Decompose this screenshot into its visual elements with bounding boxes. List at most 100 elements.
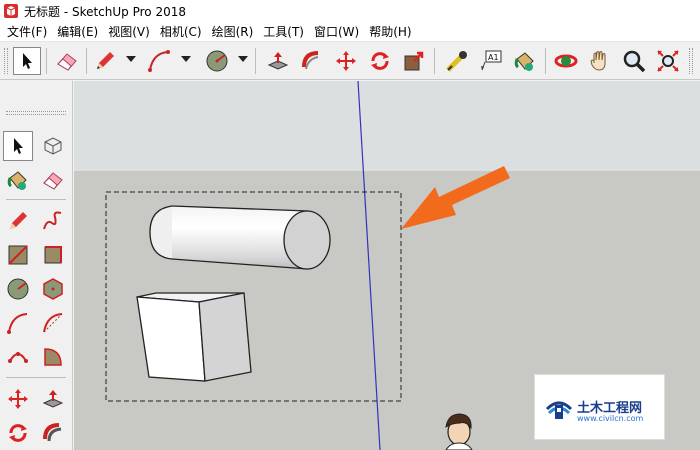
text-tool-button[interactable]: A1 xyxy=(477,47,505,75)
zoom-extents-tool-button[interactable] xyxy=(654,47,682,75)
polygon-tool-button[interactable] xyxy=(38,274,68,304)
eraser-icon xyxy=(43,172,63,190)
circle-tool-button[interactable] xyxy=(203,47,231,75)
circle-icon xyxy=(7,278,29,300)
rotate-tool-button[interactable] xyxy=(366,47,394,75)
watermark-logo: 土木工程网 www.civilcn.com xyxy=(534,374,665,440)
circle-icon xyxy=(206,50,228,72)
push-pull-tool-button[interactable] xyxy=(264,47,292,75)
arc-dropdown-arrow[interactable] xyxy=(181,56,191,62)
toolbar-grip[interactable] xyxy=(4,48,8,74)
menu-draw[interactable]: 绘图(R) xyxy=(207,23,259,40)
text-icon: A1 xyxy=(481,50,502,71)
rectangle-tool-button[interactable] xyxy=(3,240,33,270)
select-tool-button[interactable] xyxy=(13,47,41,75)
menu-tools[interactable]: 工具(T) xyxy=(258,23,309,40)
left-follow-me-tool-button[interactable] xyxy=(38,418,68,448)
freehand-icon xyxy=(43,211,62,230)
paint-bucket-tool-button[interactable] xyxy=(511,47,539,75)
pan-tool-button[interactable] xyxy=(586,47,614,75)
scale-icon xyxy=(404,51,424,71)
magnifier-icon xyxy=(623,50,646,73)
rotated-rectangle-tool-button[interactable] xyxy=(38,240,68,270)
push-pull-icon xyxy=(267,52,289,70)
follow-me-tool-button[interactable] xyxy=(298,47,326,75)
menu-bar: 文件(F) 编辑(E) 视图(V) 相机(C) 绘图(R) 工具(T) 窗口(W… xyxy=(0,22,700,42)
main-toolbar: A1 xyxy=(0,42,700,80)
toolbar-separator xyxy=(6,199,66,200)
toolbar-separator xyxy=(46,48,47,74)
move-icon xyxy=(8,389,28,409)
tape-measure-icon xyxy=(446,51,467,72)
pencil-icon xyxy=(10,212,27,229)
arc-tool-button[interactable] xyxy=(145,47,173,75)
eraser-tool-button[interactable] xyxy=(53,47,81,75)
watermark-url: www.civilcn.com xyxy=(577,414,644,423)
sky xyxy=(74,81,700,171)
cylinder-object[interactable] xyxy=(149,205,331,270)
freehand-tool-button[interactable] xyxy=(38,206,68,236)
eraser-icon xyxy=(57,53,77,71)
left-line-tool-button[interactable] xyxy=(3,206,33,236)
arc-icon xyxy=(148,50,170,72)
rotate-icon xyxy=(9,424,27,442)
left-arc-tool-button[interactable] xyxy=(3,308,33,338)
arrow-cursor-icon xyxy=(14,138,23,154)
large-tool-set xyxy=(0,81,73,450)
pie-icon xyxy=(44,348,62,366)
left-paint-bucket-tool-button[interactable] xyxy=(3,165,33,195)
left-select-tool-button[interactable] xyxy=(3,131,33,161)
zoom-tool-button[interactable] xyxy=(620,47,648,75)
rotate-icon xyxy=(371,52,389,70)
tape-measure-tool-button[interactable] xyxy=(443,47,471,75)
menu-help[interactable]: 帮助(H) xyxy=(364,23,416,40)
left-move-tool-button[interactable] xyxy=(3,384,33,414)
component-icon xyxy=(44,137,62,155)
menu-file[interactable]: 文件(F) xyxy=(2,23,52,40)
left-eraser-tool-button[interactable] xyxy=(38,165,68,195)
toolbar-grip[interactable] xyxy=(689,48,693,74)
left-push-pull-tool-button[interactable] xyxy=(38,384,68,414)
cube-object[interactable] xyxy=(136,292,252,382)
arrow-cursor-icon xyxy=(23,53,32,69)
toolbar-separator xyxy=(255,48,256,74)
toolbar-separator xyxy=(86,48,87,74)
pie-tool-button[interactable] xyxy=(38,342,68,372)
rectangle-icon xyxy=(8,245,28,265)
window-titlebar: 无标题 - SketchUp Pro 2018 xyxy=(0,0,700,22)
menu-window[interactable]: 窗口(W) xyxy=(309,23,364,40)
svg-text:A1: A1 xyxy=(488,53,499,62)
follow-me-icon xyxy=(302,51,319,70)
line-dropdown-arrow[interactable] xyxy=(126,56,136,62)
civilcn-logo-icon xyxy=(545,401,573,419)
two-point-arc-icon xyxy=(43,313,63,333)
pencil-icon xyxy=(97,52,114,69)
menu-camera[interactable]: 相机(C) xyxy=(155,23,207,40)
orbit-icon xyxy=(554,54,578,68)
toolbar-grip[interactable] xyxy=(6,111,66,115)
window-title: 无标题 - SketchUp Pro 2018 xyxy=(24,4,186,19)
hand-icon xyxy=(590,51,606,71)
paint-bucket-icon xyxy=(7,171,27,190)
line-tool-button[interactable] xyxy=(91,47,119,75)
menu-view[interactable]: 视图(V) xyxy=(103,23,155,40)
paint-bucket-icon xyxy=(514,52,534,71)
circle-dropdown-arrow[interactable] xyxy=(238,56,248,62)
three-point-arc-icon xyxy=(8,352,28,363)
menu-edit[interactable]: 编辑(E) xyxy=(52,23,103,40)
toolbar-separator xyxy=(545,48,546,74)
zoom-extents-icon xyxy=(657,50,679,72)
three-point-arc-tool-button[interactable] xyxy=(3,342,33,372)
orbit-tool-button[interactable] xyxy=(552,47,580,75)
polygon-icon xyxy=(43,278,63,300)
scale-tool-button[interactable] xyxy=(400,47,428,75)
follow-me-icon xyxy=(43,423,62,442)
toolbar-separator xyxy=(434,48,435,74)
left-circle-tool-button[interactable] xyxy=(3,274,33,304)
left-rotate-tool-button[interactable] xyxy=(3,418,33,448)
rotated-rectangle-icon xyxy=(44,246,62,264)
move-tool-button[interactable] xyxy=(332,47,360,75)
move-icon xyxy=(336,51,356,71)
make-component-tool-button[interactable] xyxy=(38,131,68,161)
two-point-arc-tool-button[interactable] xyxy=(38,308,68,338)
